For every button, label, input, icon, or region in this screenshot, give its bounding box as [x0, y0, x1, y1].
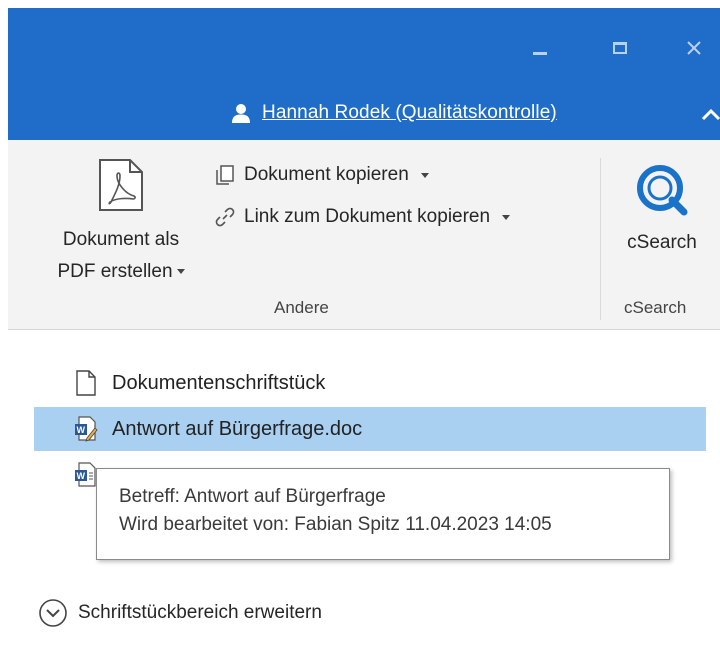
list-item-selected[interactable]: W Antwort auf Bürgerfrage.doc: [34, 407, 706, 451]
copy-icon: [216, 165, 234, 185]
close-button[interactable]: [680, 34, 708, 62]
tooltip-subject: Betreff: Antwort auf Bürgerfrage: [119, 486, 386, 507]
user-account[interactable]: Hannah Rodek (Qualitätskontrolle): [230, 102, 557, 124]
maximize-button[interactable]: [606, 34, 634, 62]
copy-document-button[interactable]: Dokument kopieren: [214, 164, 429, 186]
list-item[interactable]: Dokumentenschriftstück: [34, 361, 706, 405]
copy-link-button[interactable]: Link zum Dokument kopieren: [214, 206, 511, 228]
document-tooltip: Betreff: Antwort auf Bürgerfrage Wird be…: [96, 468, 670, 560]
create-pdf-button[interactable]: Dokument als PDF erstellen: [36, 154, 206, 294]
expand-section-button[interactable]: Schriftstückbereich erweitern: [38, 598, 322, 628]
ribbon: Dokument als PDF erstellen Dokument kopi…: [8, 140, 720, 330]
dropdown-caret-icon: [502, 214, 511, 220]
close-icon: [687, 41, 701, 55]
chevron-down-circle-icon: [39, 599, 67, 627]
maximize-icon: [613, 42, 627, 54]
expand-section-label: Schriftstückbereich erweitern: [78, 602, 322, 623]
create-pdf-label-line1: Dokument als: [62, 229, 180, 250]
collapse-ribbon-icon[interactable]: [698, 102, 720, 128]
dropdown-caret-icon: [420, 172, 429, 178]
list-item-label: Antwort auf Bürgerfrage.doc: [112, 417, 363, 440]
copy-document-label: Dokument kopieren: [244, 164, 409, 185]
link-icon: [215, 207, 235, 227]
svg-text:W: W: [77, 471, 86, 481]
title-bar: Hannah Rodek (Qualitätskontrolle): [8, 8, 720, 140]
pdf-icon: [99, 159, 143, 211]
ribbon-separator: [600, 158, 601, 320]
create-pdf-label-line2: PDF erstellen: [57, 261, 173, 282]
window-edge: [0, 0, 8, 655]
minimize-icon: [533, 51, 547, 55]
group-label-csearch: cSearch: [624, 298, 687, 317]
word-edit-icon: W: [75, 416, 98, 442]
csearch-button[interactable]: cSearch: [612, 154, 712, 254]
user-icon: [232, 104, 250, 123]
csearch-icon: [637, 165, 688, 216]
dropdown-caret-icon: [176, 269, 185, 275]
user-name-link[interactable]: Hannah Rodek (Qualitätskontrolle): [262, 102, 557, 124]
minimize-button[interactable]: [526, 34, 554, 62]
svg-text:W: W: [77, 425, 86, 435]
group-label-andere: Andere: [274, 298, 329, 317]
copy-link-label: Link zum Dokument kopieren: [244, 206, 491, 227]
blank-document-icon: [76, 370, 96, 396]
tooltip-editor: Wird bearbeitet von: Fabian Spitz 11.04.…: [119, 514, 552, 535]
word-document-icon: W: [75, 462, 96, 487]
list-item-label: Dokumentenschriftstück: [112, 371, 326, 394]
csearch-label: cSearch: [627, 232, 697, 253]
